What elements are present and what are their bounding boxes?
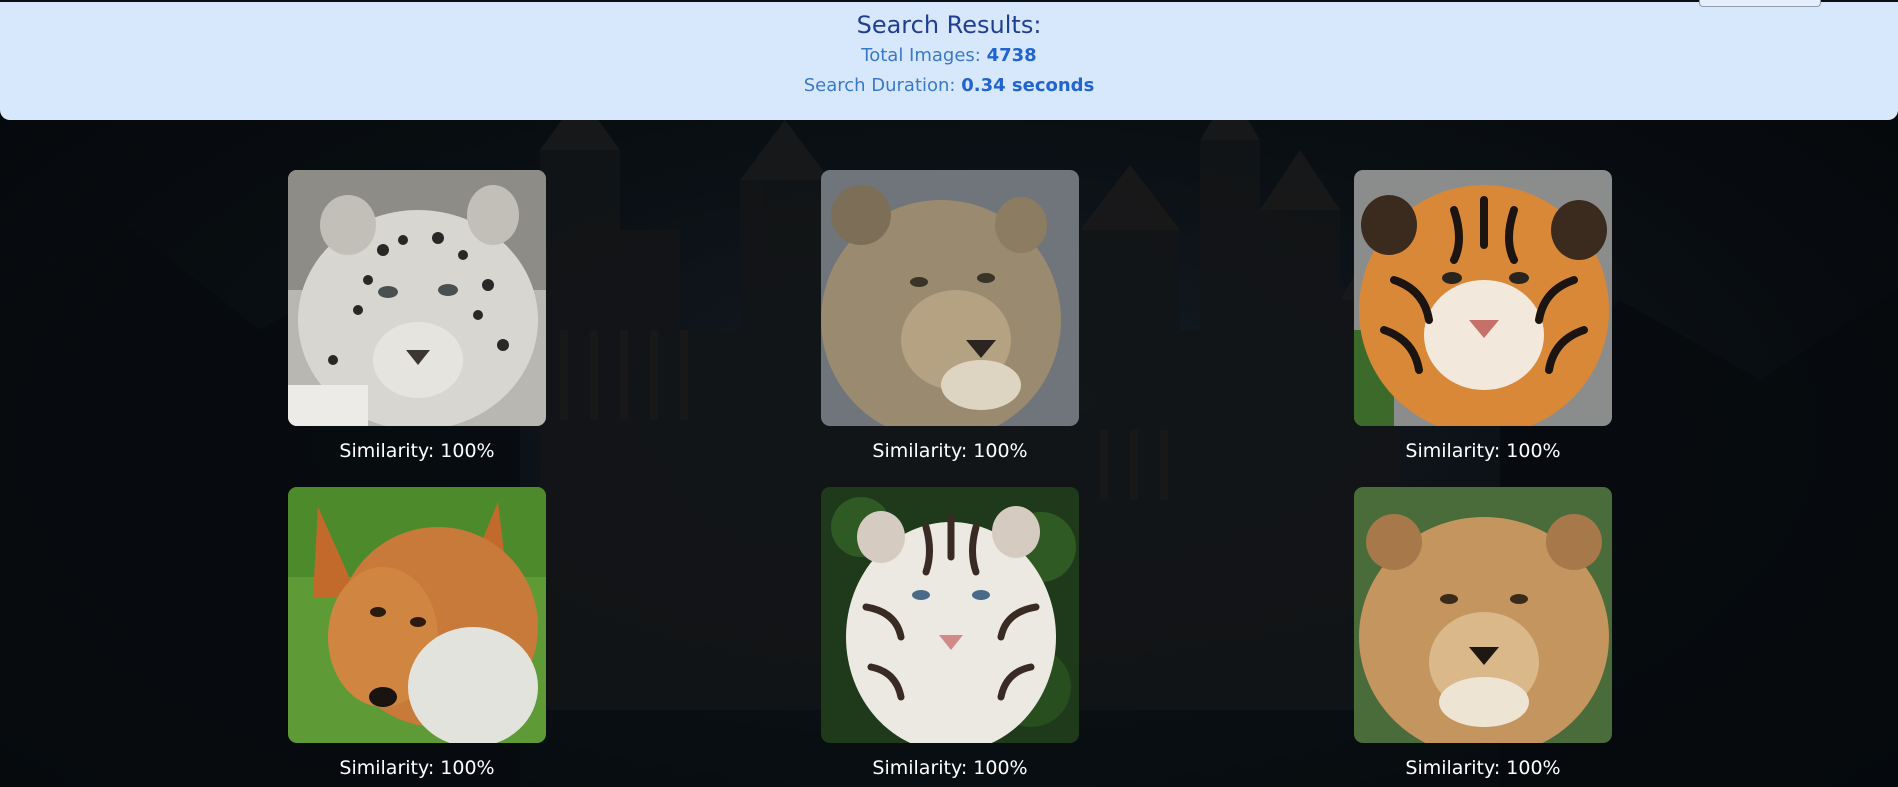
similarity-label: Similarity: 100% xyxy=(872,757,1028,779)
similarity-label: Similarity: 100% xyxy=(339,757,495,779)
result-image-lioness[interactable] xyxy=(821,170,1079,426)
results-grid: Similarity: 100% Similarity: 100% Simila… xyxy=(0,0,1898,787)
result-image-bengal-tiger[interactable] xyxy=(1354,170,1612,426)
similarity-label: Similarity: 100% xyxy=(1405,440,1561,462)
result-image-snow-leopard[interactable] xyxy=(288,170,546,426)
result-card[interactable]: Similarity: 100% xyxy=(288,170,546,463)
similarity-label: Similarity: 100% xyxy=(872,440,1028,462)
result-card[interactable]: Similarity: 100% xyxy=(288,487,546,780)
result-card[interactable]: Similarity: 100% xyxy=(1354,170,1612,463)
result-image-white-tiger[interactable] xyxy=(821,487,1079,743)
result-image-lioness[interactable] xyxy=(1354,487,1612,743)
result-card[interactable]: Similarity: 100% xyxy=(821,487,1079,780)
result-card[interactable]: Similarity: 100% xyxy=(821,170,1079,463)
result-image-red-fox[interactable] xyxy=(288,487,546,743)
similarity-label: Similarity: 100% xyxy=(339,440,495,462)
result-card[interactable]: Similarity: 100% xyxy=(1354,487,1612,780)
similarity-label: Similarity: 100% xyxy=(1405,757,1561,779)
